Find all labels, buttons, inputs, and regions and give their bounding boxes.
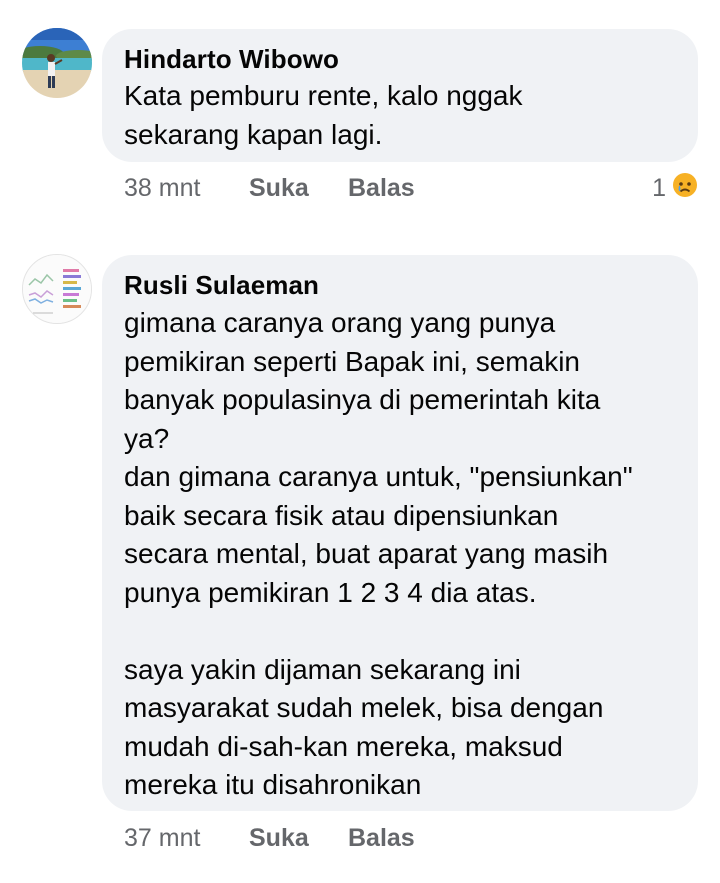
chart-thumbnail-avatar-icon: [23, 255, 91, 323]
beach-photo-avatar-icon: [22, 28, 92, 98]
comment-actions: 37 mnt Suka Balas: [124, 820, 415, 856]
comment-author[interactable]: Hindarto Wibowo: [124, 43, 676, 75]
comment-actions: 38 mnt Suka Balas: [124, 170, 415, 206]
comment-bubble: Rusli Sulaeman gimana caranya orang yang…: [102, 255, 698, 811]
comment-text: gimana caranya orang yang punya pemikira…: [124, 307, 633, 800]
reaction-count: 1: [652, 173, 666, 202]
reply-button[interactable]: Balas: [348, 174, 415, 203]
reaction-summary[interactable]: 1: [652, 170, 698, 206]
like-button[interactable]: Suka: [249, 824, 348, 853]
avatar[interactable]: [22, 254, 92, 324]
comment-bubble: Hindarto Wibowo Kata pemburu rente, kalo…: [102, 29, 698, 162]
avatar[interactable]: [22, 28, 92, 98]
comment-timestamp[interactable]: 38 mnt: [124, 174, 249, 203]
like-button[interactable]: Suka: [249, 174, 348, 203]
comment-author[interactable]: Rusli Sulaeman: [124, 269, 676, 301]
sad-face-icon: [672, 172, 698, 205]
comment-timestamp[interactable]: 37 mnt: [124, 824, 249, 853]
comment-text: Kata pemburu rente, kalo nggak sekarang …: [124, 80, 523, 150]
reply-button[interactable]: Balas: [348, 824, 415, 853]
